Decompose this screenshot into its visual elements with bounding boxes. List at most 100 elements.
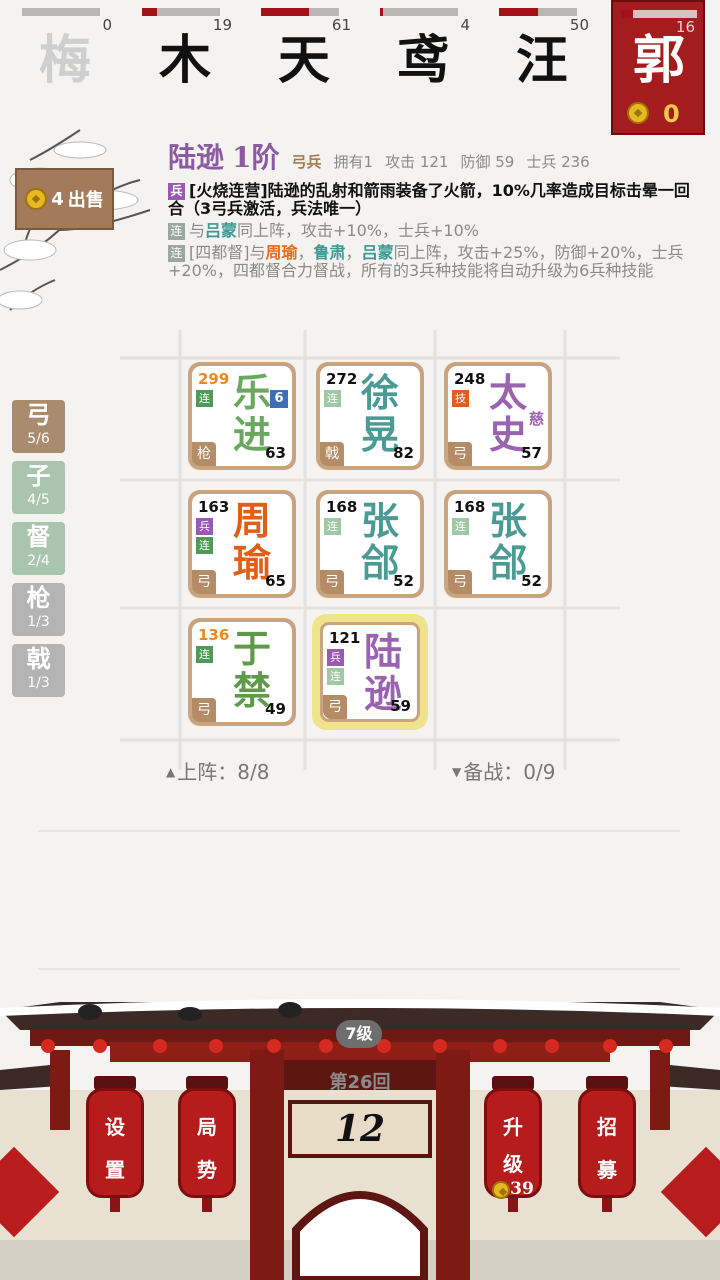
troop-skill-badge: 兵 bbox=[168, 183, 185, 200]
tab-name: 子 bbox=[26, 461, 51, 490]
upgrade-label-2: 级 bbox=[503, 1152, 523, 1176]
bench-text: 备战：0/9 bbox=[463, 760, 556, 784]
hero-card[interactable]: 136 连 于禁 49 弓 bbox=[188, 618, 296, 726]
link-skill-badge: 连 bbox=[168, 245, 185, 262]
sell-button[interactable]: 4 出售 bbox=[15, 168, 114, 230]
player-name: 天 bbox=[277, 30, 330, 91]
upgrade-button[interactable]: 升 级 39 bbox=[484, 1076, 542, 1212]
card-attack: 65 bbox=[265, 572, 286, 590]
hero-card[interactable]: 272 连 徐晃 82 戟 bbox=[316, 362, 424, 470]
tab-count: 2/4 bbox=[27, 553, 50, 569]
recruit-button[interactable]: 招 募 bbox=[578, 1076, 636, 1212]
player-slot[interactable]: 19 木 bbox=[130, 0, 240, 100]
upgrade-cost-value: 39 bbox=[510, 1179, 534, 1199]
link-badge: 连 bbox=[196, 390, 213, 407]
skill-text: ， bbox=[345, 243, 362, 262]
arrow-down-icon: ▼ bbox=[452, 765, 462, 779]
card-star-badge: 6 bbox=[270, 390, 288, 408]
card-troop-type: 弓 bbox=[192, 698, 216, 722]
situation-label-2: 势 bbox=[197, 1158, 217, 1182]
sell-price: 4 bbox=[51, 188, 64, 210]
tab-count: 5/6 bbox=[27, 431, 50, 447]
hero-card[interactable]: 163 兵 连 周瑜 65 弓 bbox=[188, 490, 296, 598]
link-skill-badge: 连 bbox=[168, 223, 185, 240]
bench-area[interactable] bbox=[38, 830, 680, 970]
tab-name: 枪 bbox=[26, 583, 51, 612]
skill-text: 同上阵，攻击+10%，士兵+10% bbox=[237, 221, 479, 240]
skill-hero-ref: 周瑜 bbox=[265, 243, 298, 262]
sell-label: 出售 bbox=[67, 190, 104, 211]
card-attack: 52 bbox=[393, 572, 414, 590]
player-slot[interactable]: 50 汪 bbox=[487, 0, 597, 100]
player-level: 7级 bbox=[336, 1020, 382, 1048]
player-name: 汪 bbox=[515, 30, 568, 91]
hero-rank: 1阶 bbox=[232, 141, 280, 174]
tab-name: 弓 bbox=[26, 400, 51, 429]
type-tab-bow[interactable]: 弓 5/6 bbox=[12, 400, 65, 453]
player-name: 郭 bbox=[632, 30, 685, 91]
card-troop-type: 弓 bbox=[448, 570, 472, 594]
link-badge: 连 bbox=[327, 668, 344, 685]
hero-card[interactable]: 299 连 乐进 6 63 枪 bbox=[188, 362, 296, 470]
type-tab-halberd[interactable]: 戟 1/3 bbox=[12, 644, 65, 697]
tab-name: 戟 bbox=[26, 644, 51, 673]
coin-icon bbox=[627, 102, 649, 124]
player-bar: 0 梅 19 木 61 天 4 鸢 50 汪 16 郭 0 bbox=[0, 0, 720, 135]
hero-soldiers: 士兵 236 bbox=[526, 153, 590, 171]
player-slot[interactable]: 61 天 bbox=[249, 0, 359, 100]
card-attack: 59 bbox=[390, 697, 411, 715]
card-troop-type: 戟 bbox=[320, 442, 344, 466]
hp-bar bbox=[621, 10, 697, 18]
coin-icon bbox=[25, 188, 48, 210]
situation-label-1: 局 bbox=[197, 1115, 217, 1139]
tab-count: 1/3 bbox=[27, 675, 50, 691]
settings-label-2: 置 bbox=[105, 1158, 125, 1182]
card-attack: 52 bbox=[521, 572, 542, 590]
card-troop-type: 弓 bbox=[320, 570, 344, 594]
player-slot[interactable]: 4 鸢 bbox=[368, 0, 478, 100]
settings-label-1: 设 bbox=[105, 1115, 125, 1139]
card-attack: 63 bbox=[265, 444, 286, 462]
card-attack: 82 bbox=[393, 444, 414, 462]
skill-link-1: 连与吕蒙同上阵，攻击+10%，士兵+10% bbox=[168, 222, 698, 240]
card-troop-type: 弓 bbox=[448, 442, 472, 466]
situation-button[interactable]: 局 势 bbox=[178, 1076, 236, 1212]
player-slot-self[interactable]: 16 郭 0 bbox=[611, 0, 705, 135]
player-name: 鸢 bbox=[396, 30, 449, 91]
recruit-label-2: 募 bbox=[597, 1158, 617, 1182]
link-badge: 连 bbox=[196, 646, 213, 663]
card-attack: 49 bbox=[265, 700, 286, 718]
troop-badge: 兵 bbox=[327, 649, 344, 666]
countdown-timer: 12 bbox=[288, 1100, 432, 1158]
hero-name: 陆逊 bbox=[168, 141, 225, 174]
hp-bar bbox=[499, 8, 577, 16]
link-badge: 连 bbox=[196, 537, 213, 554]
recruit-label-1: 招 bbox=[597, 1115, 617, 1139]
link-badge: 连 bbox=[324, 390, 341, 407]
hero-card[interactable]: 168 连 张郃 52 弓 bbox=[444, 490, 552, 598]
tab-count: 4/5 bbox=[27, 492, 50, 508]
player-slot[interactable]: 0 梅 bbox=[10, 0, 120, 100]
skill-hero-ref: 吕蒙 bbox=[205, 221, 238, 240]
hero-card[interactable]: 168 连 张郃 52 弓 bbox=[316, 490, 424, 598]
skill-hero-ref: 鲁肃 bbox=[313, 243, 346, 262]
hero-card-selected[interactable]: 121 兵 连 陆逊 59 弓 bbox=[312, 614, 428, 730]
type-tab-spear[interactable]: 枪 1/3 bbox=[12, 583, 65, 636]
type-tab-du[interactable]: 督 2/4 bbox=[12, 522, 65, 575]
player-name: 梅 bbox=[38, 30, 91, 91]
gold-display: 0 bbox=[627, 100, 697, 132]
type-tab-zi[interactable]: 子 4/5 bbox=[12, 461, 65, 514]
arrow-up-icon: ▲ bbox=[166, 765, 176, 779]
hero-card[interactable]: 248 技 太史 慈 57 弓 bbox=[444, 362, 552, 470]
hero-defense: 防御 59 bbox=[460, 153, 515, 171]
link-badge: 连 bbox=[324, 518, 341, 535]
skill-text: ， bbox=[297, 243, 314, 262]
hero-type: 弓兵 bbox=[291, 153, 322, 171]
tab-count: 1/3 bbox=[27, 614, 50, 630]
hero-owned: 拥有1 bbox=[333, 153, 374, 171]
skill-link-2: 连 [四都督]与周瑜，鲁肃，吕蒙同上阵，攻击+25%，防御+20%，士兵+20%，… bbox=[168, 244, 698, 280]
round-label: 第26回 bbox=[329, 1072, 391, 1093]
skill-troop: 兵 [火烧连营]陆逊的乱射和箭雨装备了火箭，10%几率造成目标击晕一回合（3弓兵激… bbox=[168, 182, 698, 218]
deployed-text: 上阵：8/8 bbox=[177, 760, 270, 784]
settings-button[interactable]: 设 置 bbox=[86, 1076, 144, 1212]
